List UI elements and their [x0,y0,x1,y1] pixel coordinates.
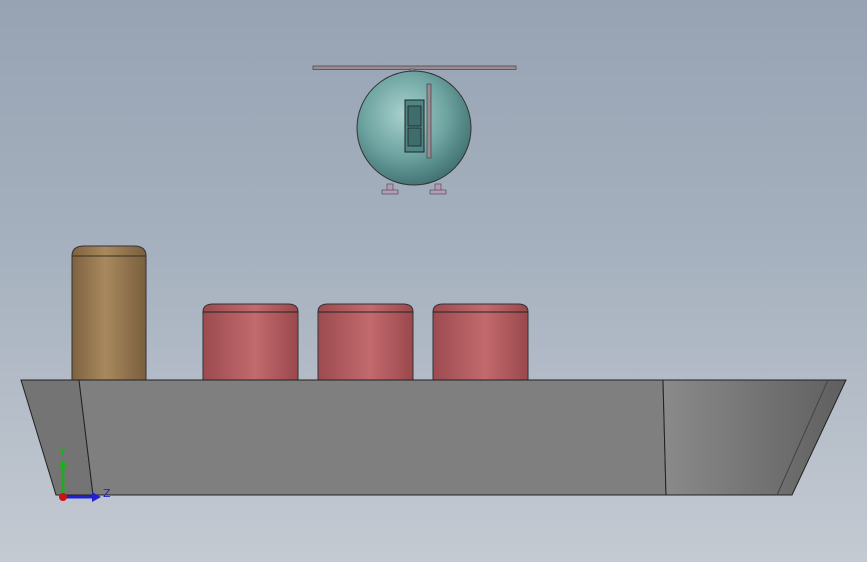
triad-origin [59,493,67,501]
landing-skid-left [381,183,399,195]
model-viewport[interactable]: Y Z [0,0,867,562]
hull-stern-face [662,379,847,496]
container-2[interactable] [317,303,414,381]
silo[interactable] [71,245,147,381]
tail-boom [426,83,432,159]
y-axis-label: Y [58,445,66,458]
cockpit-window [407,105,422,127]
helicopter[interactable] [312,65,517,195]
hull-main-face [78,379,667,496]
ship-hull[interactable] [20,379,847,496]
container-3[interactable] [432,303,529,381]
z-axis-label: Z [103,487,111,500]
landing-skid-right [429,183,447,195]
cockpit-seat [407,127,422,147]
container-1[interactable] [202,303,299,381]
